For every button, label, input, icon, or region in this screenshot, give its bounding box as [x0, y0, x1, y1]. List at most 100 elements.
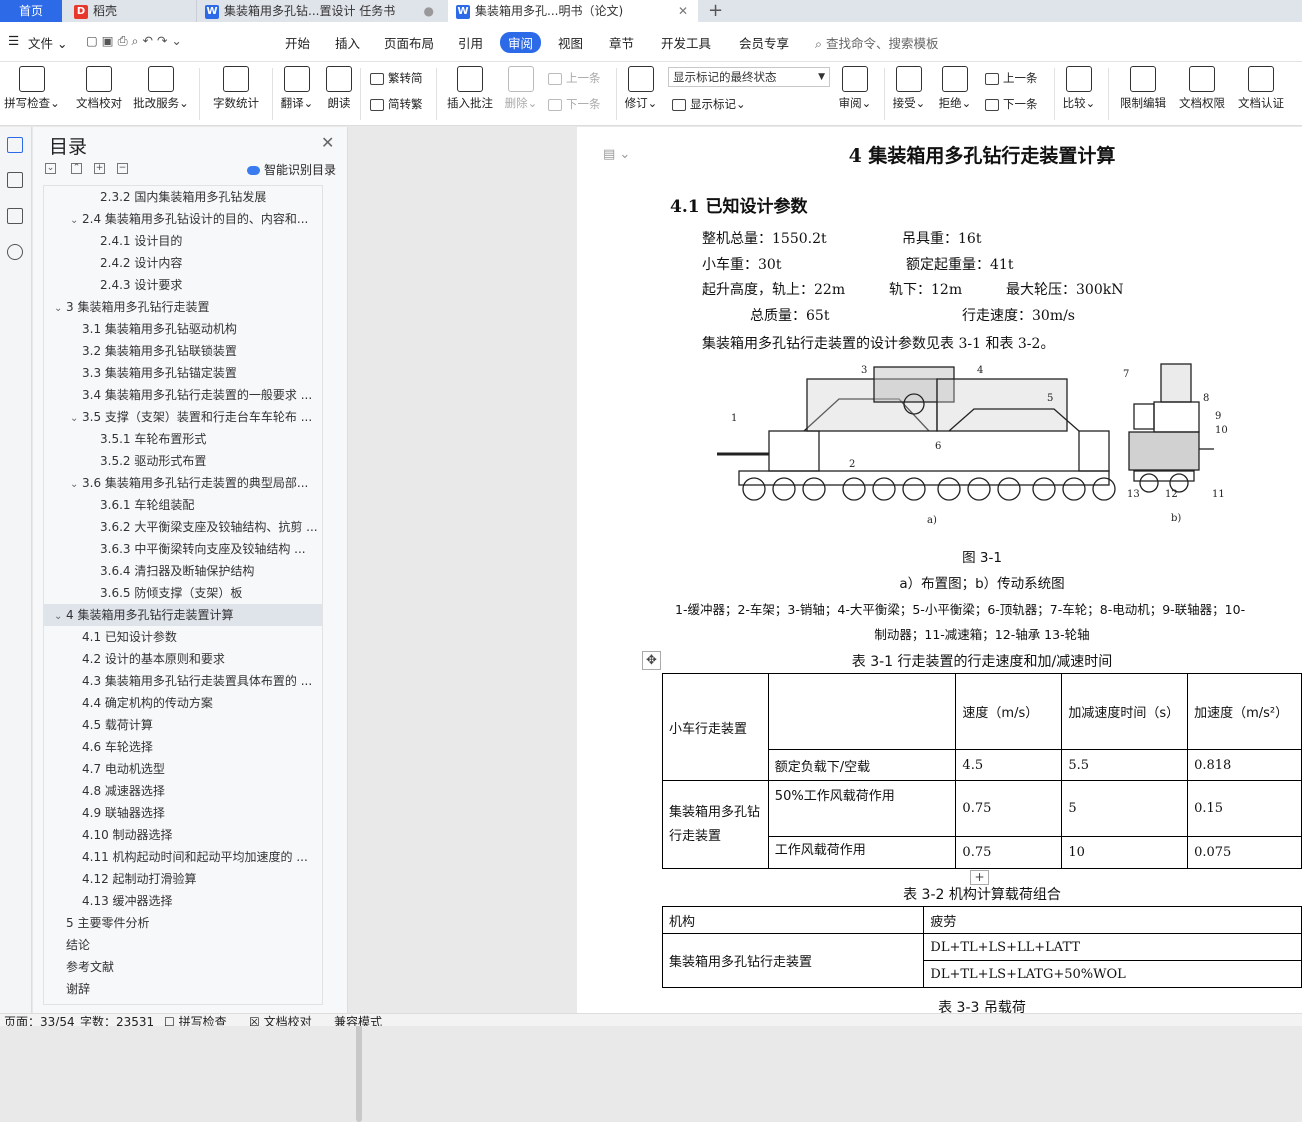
menu-review[interactable]: 审阅: [500, 32, 542, 53]
toc-item[interactable]: 3.6.3 中平衡梁转向支座及铰轴结构 ...: [44, 538, 322, 560]
table-speed-acceleration[interactable]: 小车行走装置 速度（m/s） 加减速度时间（s） 加速度（m/s²） 额定负载下…: [662, 673, 1302, 869]
insert-comment-button[interactable]: 插入批注: [444, 66, 496, 111]
menu-layout[interactable]: 页面布局: [384, 33, 434, 52]
toc-item[interactable]: 5 主要零件分析: [44, 912, 322, 934]
command-search[interactable]: ⌕ 查找命令、搜索模板: [815, 33, 939, 52]
restrict-edit-button[interactable]: 限制编辑: [1118, 66, 1168, 111]
toc-item[interactable]: 3.6.1 车轮组装配: [44, 494, 322, 516]
toc-item[interactable]: 4.12 起制动打滑验算: [44, 868, 322, 890]
add-heading-icon[interactable]: +: [94, 163, 105, 174]
menu-view[interactable]: 视图: [558, 33, 583, 52]
menu-start[interactable]: 开始: [285, 33, 310, 52]
toc-item[interactable]: 4.2 设计的基本原则和要求: [44, 648, 322, 670]
toc-item[interactable]: 4.6 车轮选择: [44, 736, 322, 758]
spell-check-button[interactable]: 拼写检查⌄: [4, 66, 60, 111]
menu-devtools[interactable]: 开发工具: [661, 33, 711, 52]
toc-item[interactable]: 3.3 集装箱用多孔钻锚定装置: [44, 362, 322, 384]
toc-item[interactable]: 参考文献: [44, 956, 322, 978]
document-page[interactable]: ▤ ⌄ 4 集装箱用多孔钻行走装置计算 4.1 已知设计参数 整机总量：1550…: [577, 127, 1302, 1013]
tab-daoke[interactable]: D 稻壳: [66, 0, 194, 22]
close-tab-icon[interactable]: ✕: [678, 0, 688, 22]
chevron-down-icon[interactable]: ⌄: [70, 210, 82, 230]
toc-item[interactable]: 2.3.2 国内集装箱用多孔钻发展: [44, 186, 322, 208]
menu-references[interactable]: 引用: [458, 33, 483, 52]
toc-item[interactable]: 4.4 确定机构的传动方案: [44, 692, 322, 714]
show-markup-button[interactable]: 显示标记⌄: [672, 96, 746, 112]
prev-change-button[interactable]: 上一条: [985, 70, 1038, 86]
bookmark-icon[interactable]: [7, 208, 23, 224]
toc-item[interactable]: 4.8 减速器选择: [44, 780, 322, 802]
tab-doc-task[interactable]: W 集装箱用多孔钻...置设计 任务书 ●: [196, 0, 444, 22]
toc-item[interactable]: 2.4.1 设计目的: [44, 230, 322, 252]
toc-item[interactable]: 3.1 集装箱用多孔钻驱动机构: [44, 318, 322, 340]
word-count-indicator[interactable]: 字数：23531: [80, 1014, 154, 1026]
track-changes-button[interactable]: 修订⌄: [624, 66, 658, 111]
toc-item[interactable]: 3.5.2 驱动形式布置: [44, 450, 322, 472]
hamburger-icon[interactable]: ☰: [8, 33, 19, 48]
trad-to-simp-button[interactable]: 繁转简: [370, 70, 423, 86]
toc-item[interactable]: 4.3 集装箱用多孔钻行走装置具体布置的 ...: [44, 670, 322, 692]
doc-certify-button[interactable]: 文档认证: [1236, 66, 1286, 111]
toc-item[interactable]: 4.5 载荷计算: [44, 714, 322, 736]
toc-item[interactable]: 4.13 缓冲器选择: [44, 890, 322, 912]
toc-item[interactable]: 2.4.3 设计要求: [44, 274, 322, 296]
status-proofread[interactable]: ☒ 文档校对: [249, 1014, 312, 1026]
chevron-down-icon[interactable]: ⌄: [70, 408, 82, 428]
toc-item[interactable]: 2.4.2 设计内容: [44, 252, 322, 274]
remove-heading-icon[interactable]: −: [117, 163, 128, 174]
toc-item[interactable]: 谢辞: [44, 978, 322, 1000]
read-aloud-button[interactable]: 朗读: [324, 66, 354, 111]
table-load-combination[interactable]: 机构 疲劳 集装箱用多孔钻行走装置 DL+TL+LS+LL+LATT DL+TL…: [661, 906, 1302, 988]
toc-item[interactable]: ⌄ 2.4 集装箱用多孔钻设计的目的、内容和...: [44, 208, 322, 230]
collapse-all-icon[interactable]: ⌄: [45, 163, 56, 174]
reject-button[interactable]: 拒绝⌄: [938, 66, 972, 111]
tab-home[interactable]: 首页: [0, 0, 62, 22]
menu-member[interactable]: 会员专享: [739, 33, 789, 52]
next-comment-button[interactable]: 下一条: [548, 96, 601, 112]
quick-access-icons[interactable]: ▢ ▣ ⎙ ⌕ ↶ ↷ ⌄: [86, 33, 182, 49]
toc-item[interactable]: 3.6.5 防倾支撑（支架）板: [44, 582, 322, 604]
chevron-down-icon[interactable]: ⌄: [70, 474, 82, 494]
delete-comment-button[interactable]: 删除⌄: [504, 66, 538, 111]
toc-item[interactable]: 结论: [44, 934, 322, 956]
toc-item[interactable]: 4.7 电动机选型: [44, 758, 322, 780]
chevron-down-icon[interactable]: ⌄: [54, 298, 66, 318]
layers-icon[interactable]: [7, 172, 23, 188]
status-spell-check[interactable]: ☐ 拼写检查: [164, 1014, 227, 1026]
menu-insert[interactable]: 插入: [335, 33, 360, 52]
toc-item[interactable]: 3.2 集装箱用多孔钻联锁装置: [44, 340, 322, 362]
word-count-button[interactable]: 字数统计: [208, 66, 264, 111]
toc-item[interactable]: 3.6.2 大平衡梁支座及铰轴结构、抗剪 ...: [44, 516, 322, 538]
search-icon[interactable]: [7, 244, 23, 260]
tab-doc-thesis[interactable]: W 集装箱用多孔...明书（论文) ✕: [448, 0, 698, 22]
toc-item[interactable]: ⌄ 3.6 集装箱用多孔钻行走装置的典型局部...: [44, 472, 322, 494]
toc-item[interactable]: 4.9 联轴器选择: [44, 802, 322, 824]
doc-rights-button[interactable]: 文档权限: [1177, 66, 1227, 111]
menu-chapter[interactable]: 章节: [609, 33, 634, 52]
close-icon[interactable]: ✕: [321, 133, 334, 152]
proofread-button[interactable]: 文档校对: [72, 66, 126, 111]
toc-item[interactable]: ⌄ 3 集装箱用多孔钻行走装置: [44, 296, 322, 318]
simp-to-trad-button[interactable]: 简转繁: [370, 96, 423, 112]
translate-button[interactable]: 翻译⌄: [280, 66, 314, 111]
smart-toc-button[interactable]: 智能识别目录: [247, 161, 336, 178]
prev-comment-button[interactable]: 上一条: [548, 70, 601, 86]
tab-dot-icon[interactable]: ●: [424, 0, 434, 22]
toc-item[interactable]: ⌄ 3.5 支撑（支架）装置和行走台车车轮布 ...: [44, 406, 322, 428]
add-row-icon[interactable]: +: [970, 870, 989, 885]
toc-item[interactable]: ⌄ 4 集装箱用多孔钻行走装置计算: [44, 604, 322, 626]
expand-all-icon[interactable]: ⌃: [71, 163, 82, 174]
toc-item[interactable]: 3.6.4 清扫器及断轴保护结构: [44, 560, 322, 582]
toc-item[interactable]: 4.10 制动器选择: [44, 824, 322, 846]
toc-item[interactable]: 3.4 集装箱用多孔钻行走装置的一般要求 ...: [44, 384, 322, 406]
batch-service-button[interactable]: 批改服务⌄: [132, 66, 190, 111]
toc-item[interactable]: 4.11 机构起动时间和起动平均加速度的 ...: [44, 846, 322, 868]
next-change-button[interactable]: 下一条: [985, 96, 1038, 112]
chevron-down-icon[interactable]: ⌄: [54, 606, 66, 626]
review-pane-button[interactable]: 审阅⌄: [838, 66, 872, 111]
compare-button[interactable]: 比较⌄: [1062, 66, 1096, 111]
toc-item[interactable]: 4.1 已知设计参数: [44, 626, 322, 648]
page-indicator[interactable]: 页面：33/54: [4, 1014, 75, 1026]
toc-item[interactable]: 3.5.1 车轮布置形式: [44, 428, 322, 450]
accept-button[interactable]: 接受⌄: [892, 66, 926, 111]
